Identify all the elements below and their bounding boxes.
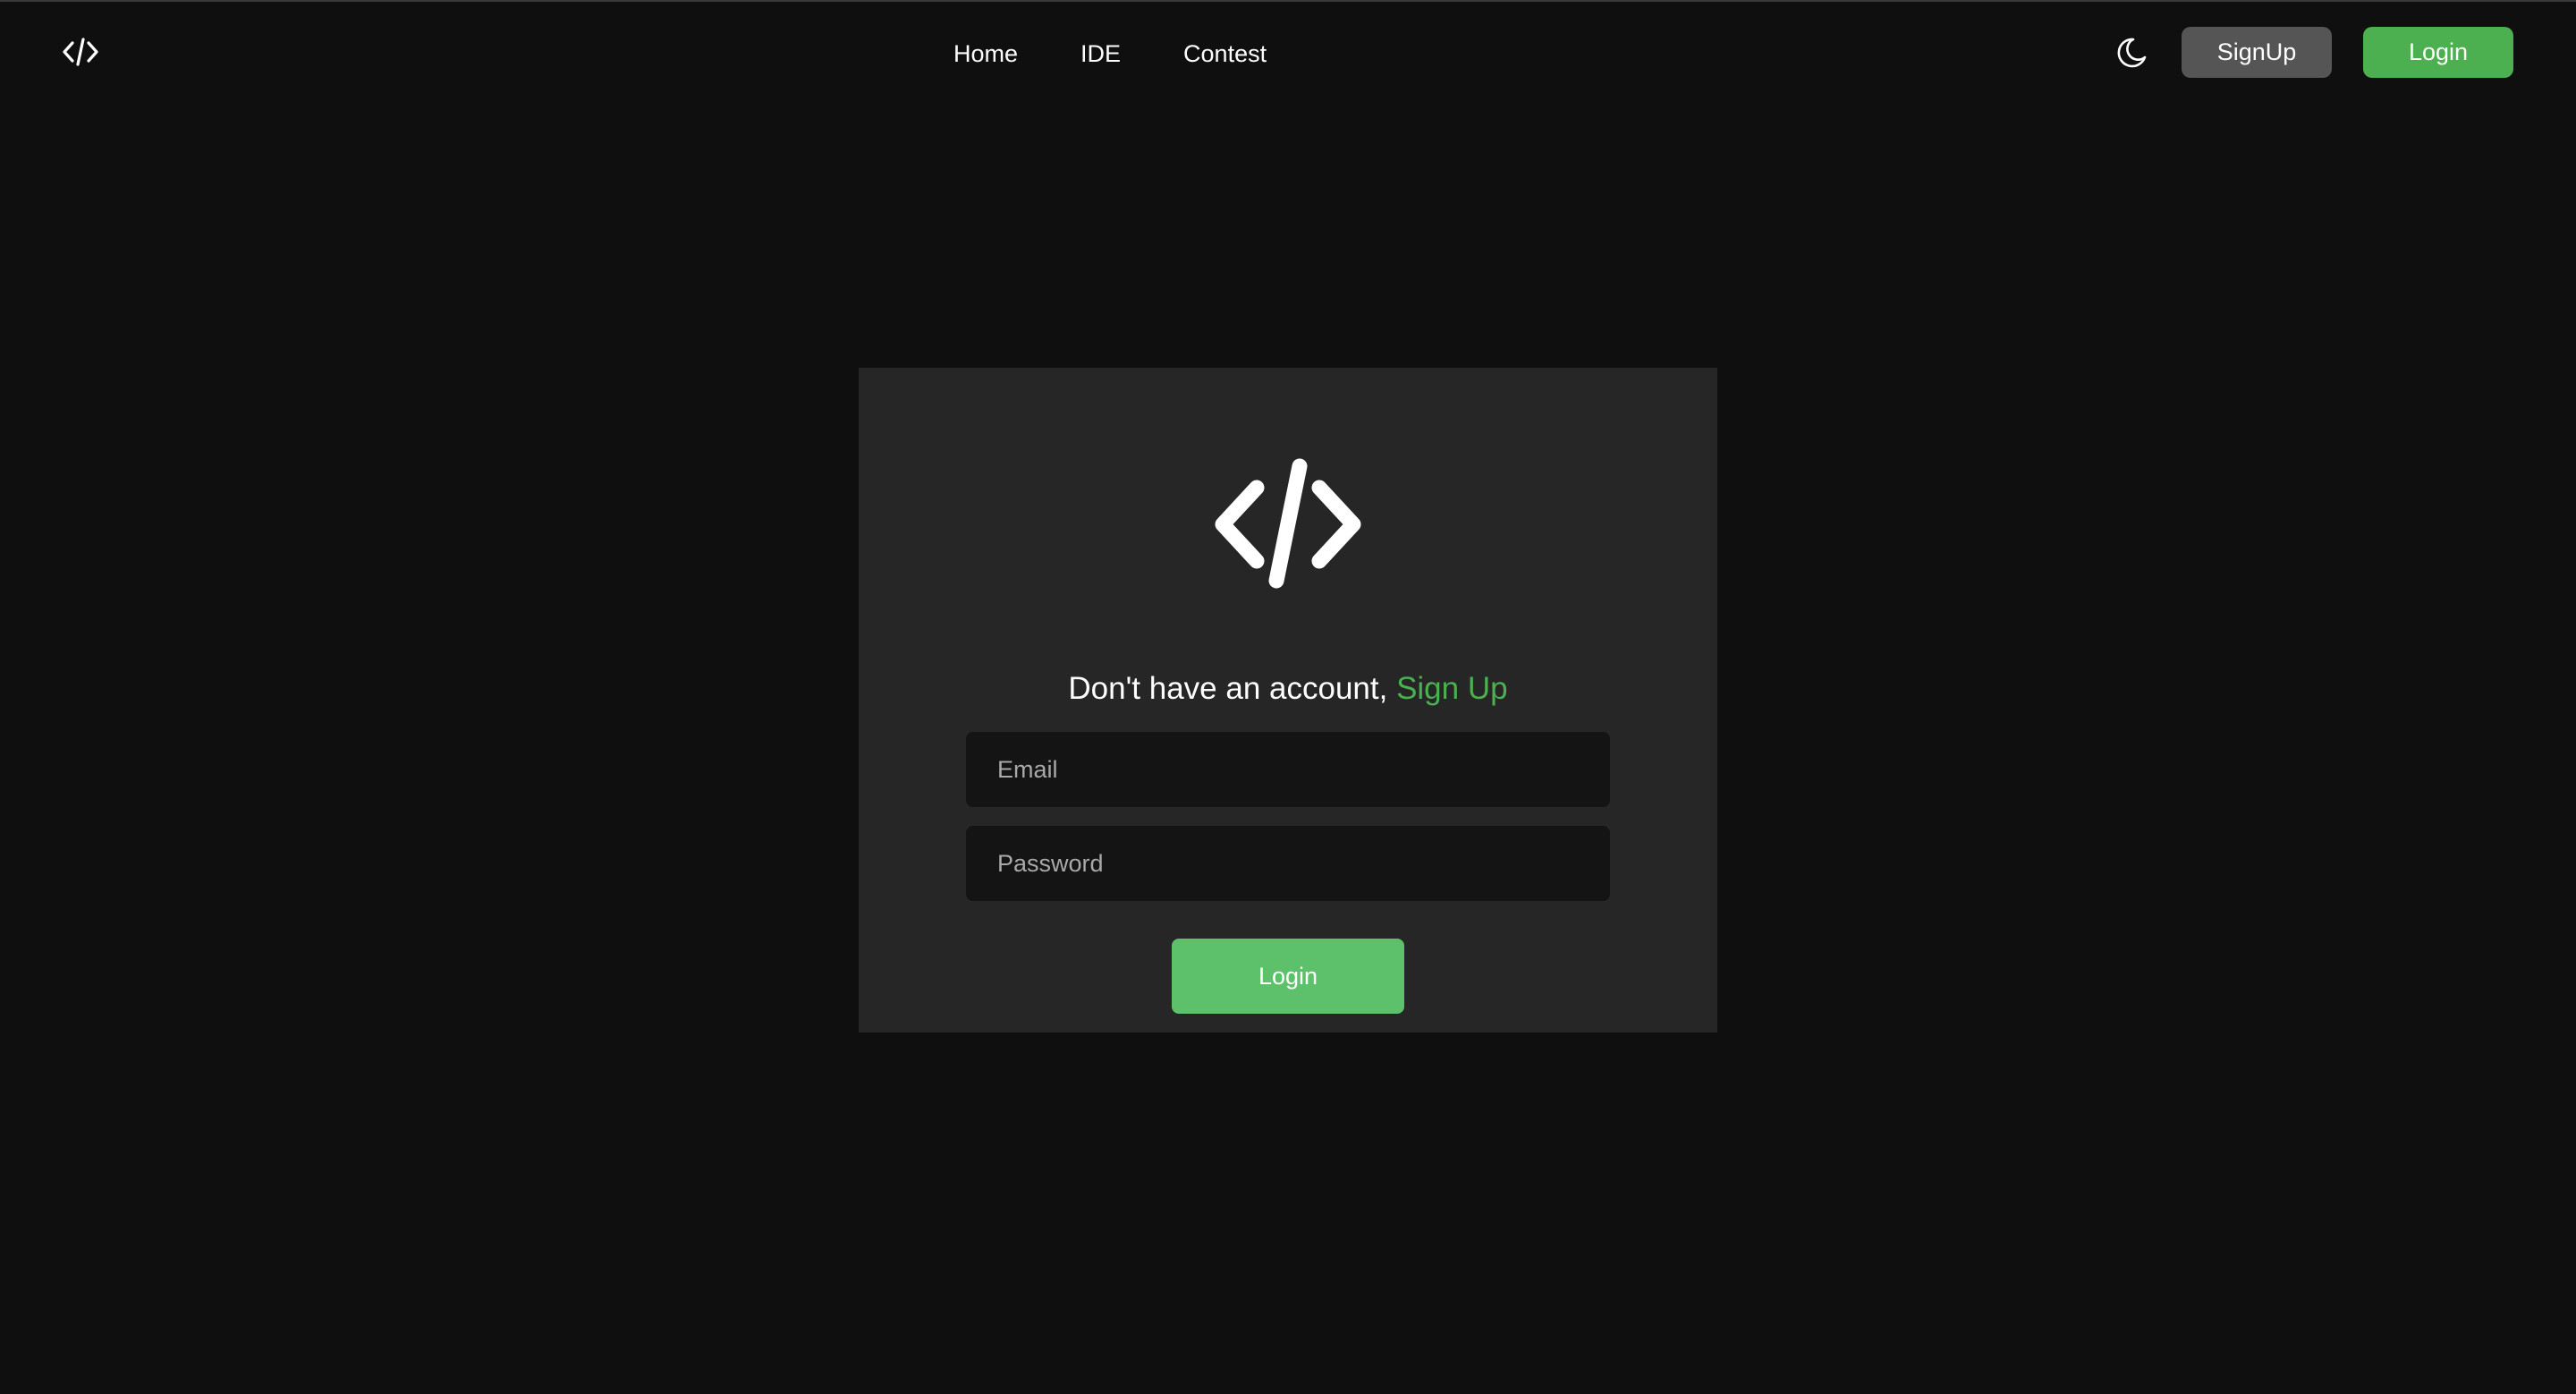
login-page: Home IDE Contest SignUp Login Don't have… xyxy=(0,0,2576,1394)
password-field[interactable] xyxy=(966,826,1610,901)
navbar: Home IDE Contest SignUp Login xyxy=(0,2,2576,102)
code-icon[interactable] xyxy=(61,34,100,70)
code-icon xyxy=(1215,458,1361,589)
signup-link[interactable]: Sign Up xyxy=(1396,671,1508,706)
theme-toggle-button[interactable] xyxy=(2111,32,2152,73)
signup-button[interactable]: SignUp xyxy=(2182,27,2332,78)
login-card: Don't have an account, Sign Up Login xyxy=(859,368,1717,1033)
signup-prompt-text: Don't have an account, xyxy=(1068,671,1397,706)
login-submit-button[interactable]: Login xyxy=(1172,939,1404,1014)
nav-link-contest[interactable]: Contest xyxy=(1183,36,1267,72)
email-field[interactable] xyxy=(966,732,1610,807)
login-nav-button[interactable]: Login xyxy=(2363,27,2513,78)
signup-prompt: Don't have an account, Sign Up xyxy=(859,669,1717,709)
nav-links: Home IDE Contest xyxy=(953,36,1267,72)
nav-link-home[interactable]: Home xyxy=(953,36,1018,72)
nav-link-ide[interactable]: IDE xyxy=(1080,36,1121,72)
moon-icon xyxy=(2117,38,2147,68)
